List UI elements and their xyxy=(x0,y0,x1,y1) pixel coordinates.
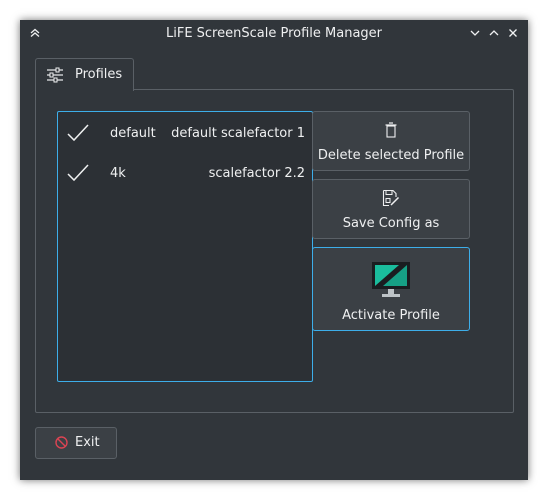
minimize-icon xyxy=(470,30,480,36)
titlebar: LiFE ScreenScale Profile Manager xyxy=(20,20,528,46)
window-title: LiFE ScreenScale Profile Manager xyxy=(165,26,383,41)
monitor-icon xyxy=(371,261,411,298)
delete-button-label: Delete selected Profile xyxy=(317,148,465,163)
app-window: LiFE ScreenScale Profile Manager Profile… xyxy=(20,20,528,480)
tab-profiles[interactable]: Profiles xyxy=(35,58,134,91)
maximize-icon xyxy=(489,30,499,36)
exit-button-label: Exit xyxy=(75,435,100,450)
delete-profile-button[interactable]: Delete selected Profile xyxy=(312,111,470,171)
close-icon xyxy=(509,29,517,37)
sliders-icon xyxy=(46,67,64,83)
minimize-button[interactable] xyxy=(469,27,481,39)
trash-icon xyxy=(385,122,397,138)
save-as-icon xyxy=(382,189,400,207)
list-item[interactable]: default default scalefactor 1 xyxy=(58,115,312,151)
activate-button-label: Activate Profile xyxy=(342,308,440,323)
close-button[interactable] xyxy=(507,27,519,39)
profile-name: default xyxy=(110,126,156,141)
checkmark-icon xyxy=(67,124,89,142)
profile-name: 4k xyxy=(110,166,126,181)
exit-button[interactable]: Exit xyxy=(35,427,117,459)
profile-description: default scalefactor 1 xyxy=(171,126,305,141)
profile-list[interactable]: default default scalefactor 1 4k scalefa… xyxy=(57,111,313,382)
save-button-label: Save Config as xyxy=(342,216,440,231)
profiles-panel: default default scalefactor 1 4k scalefa… xyxy=(35,89,514,413)
no-entry-icon xyxy=(55,436,68,449)
profile-description: scalefactor 2.2 xyxy=(208,166,305,181)
save-config-button[interactable]: Save Config as xyxy=(312,179,470,239)
activate-profile-button[interactable]: Activate Profile xyxy=(312,247,470,331)
checkmark-icon xyxy=(67,164,89,182)
tab-label: Profiles xyxy=(75,67,123,82)
list-item[interactable]: 4k scalefactor 2.2 xyxy=(58,155,312,191)
maximize-button[interactable] xyxy=(488,27,500,39)
